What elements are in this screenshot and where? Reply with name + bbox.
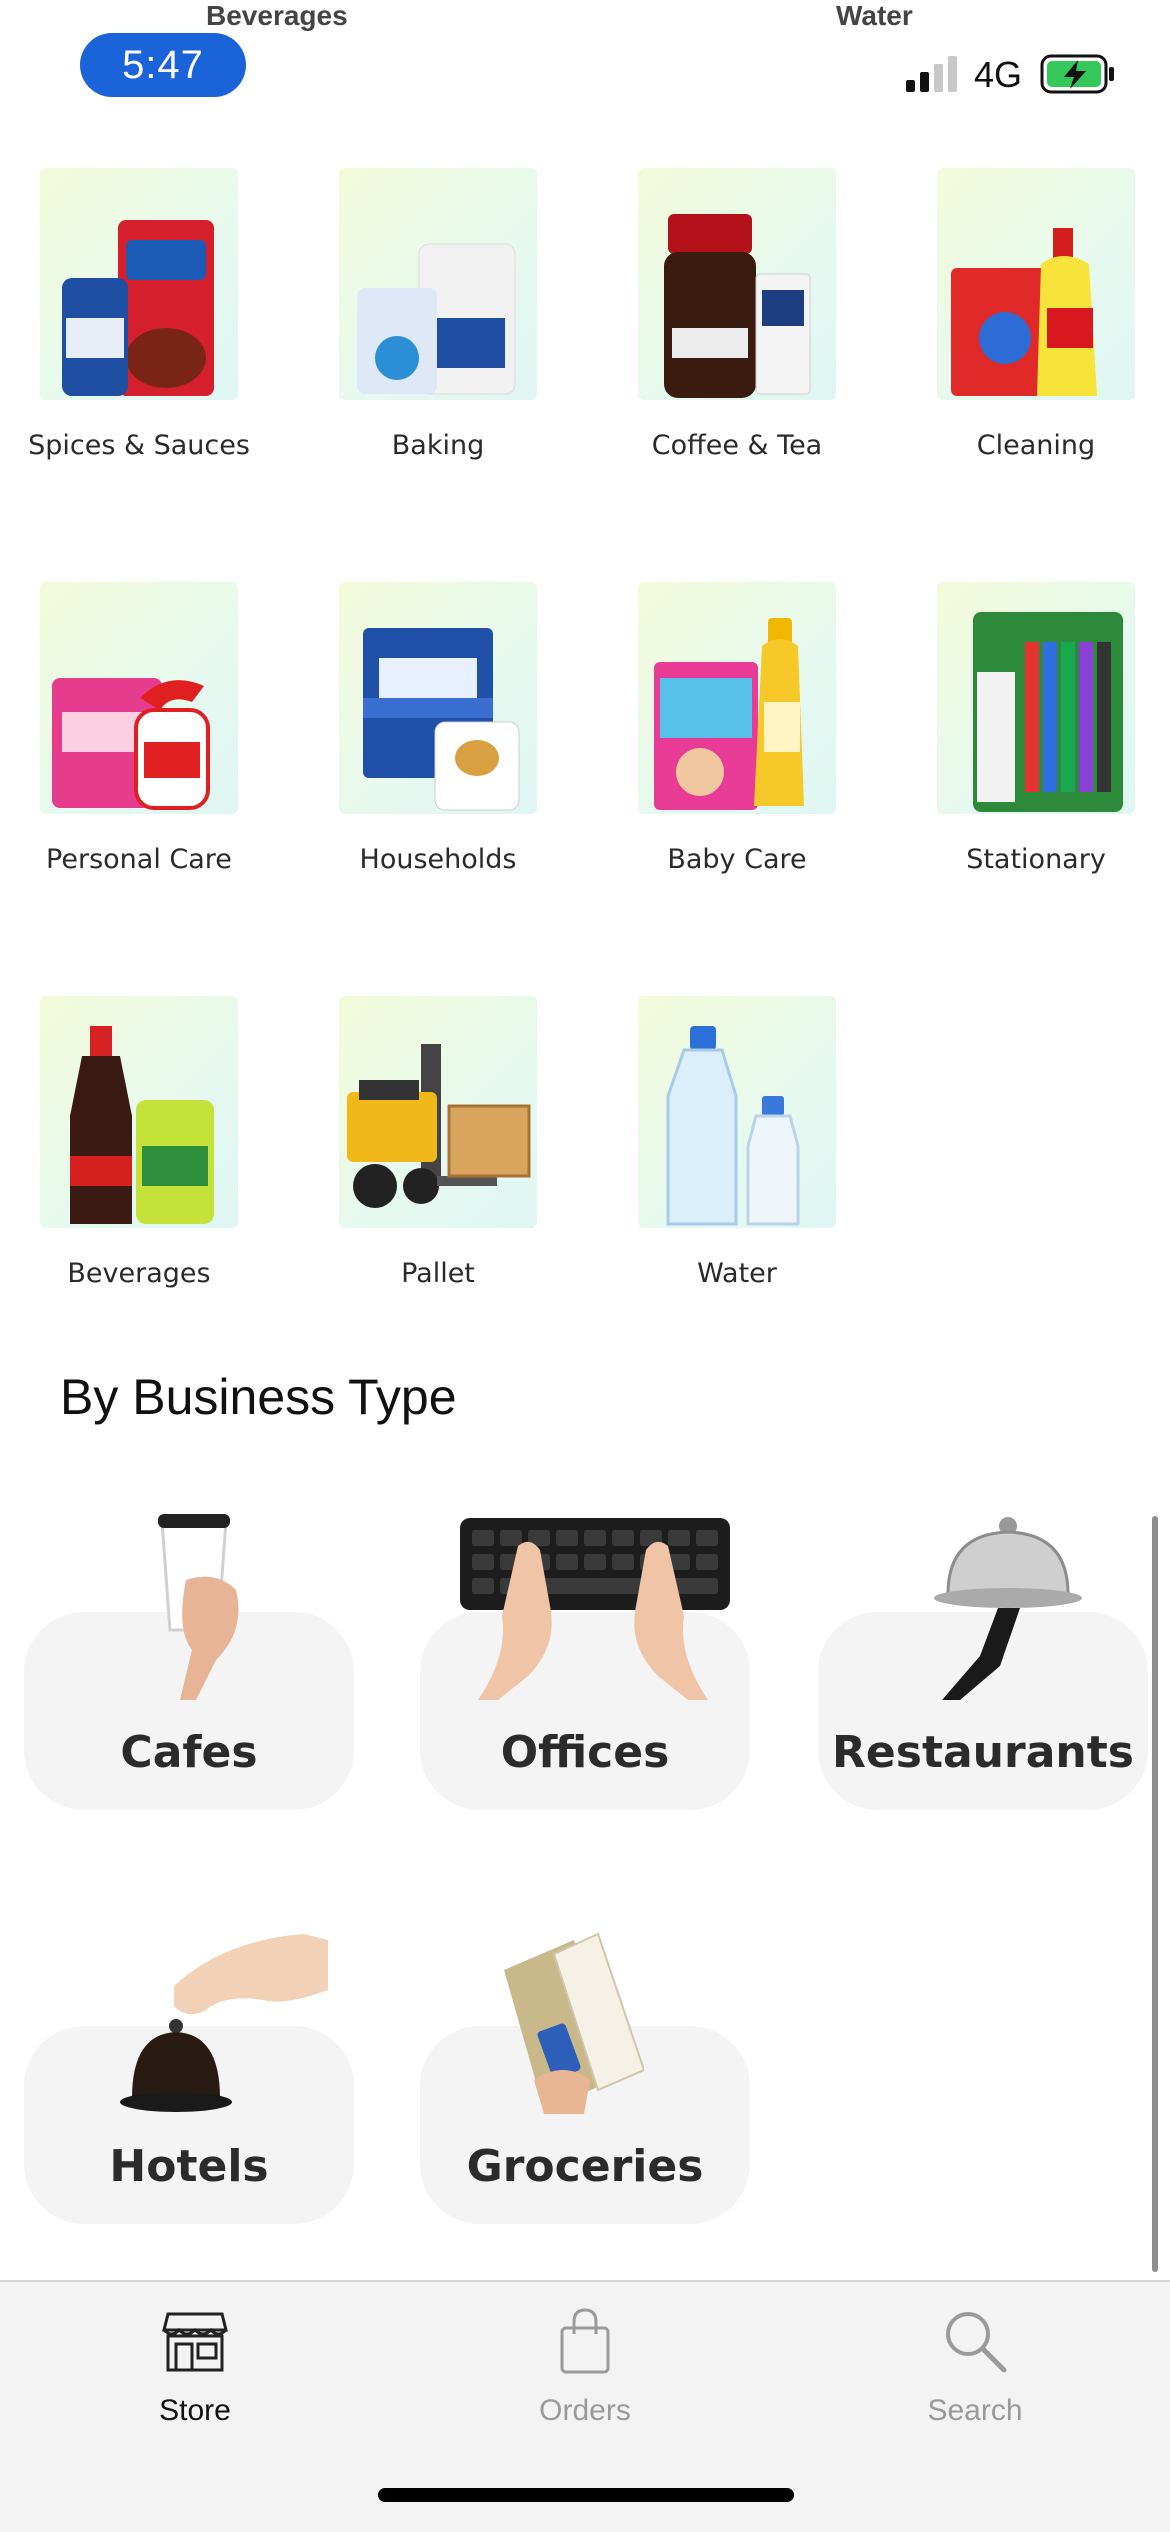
category-baby-care[interactable]: Baby Care <box>638 582 836 908</box>
tab-search[interactable]: Search <box>780 2282 1170 2442</box>
water-icon <box>638 996 836 1228</box>
beverages-icon <box>40 996 238 1228</box>
peek-label-beverages: Beverages <box>206 0 348 31</box>
category-households[interactable]: Households <box>339 582 537 908</box>
business-label: Offices <box>500 1727 670 1778</box>
category-label: Stationary <box>966 844 1106 875</box>
business-label: Cafes <box>120 1727 258 1778</box>
category-pallet[interactable]: Pallet <box>339 996 537 1322</box>
stationary-icon <box>937 582 1135 814</box>
category-cleaning[interactable]: Cleaning <box>937 168 1135 494</box>
baby-care-icon <box>638 582 836 814</box>
cleaning-icon <box>937 168 1135 400</box>
category-spices-sauces[interactable]: Spices & Sauces <box>28 168 250 494</box>
category-water[interactable]: Water <box>638 996 836 1322</box>
tab-label: Orders <box>539 2394 631 2427</box>
category-label: Cleaning <box>976 430 1096 461</box>
category-baking[interactable]: Baking <box>339 168 537 494</box>
shopping-bag-icon <box>560 2308 610 2374</box>
category-label: Spices & Sauces <box>28 430 250 461</box>
category-beverages[interactable]: Beverages <box>40 996 238 1322</box>
network-type: 4G <box>974 54 1023 95</box>
category-label: Pallet <box>401 1258 475 1289</box>
business-label: Hotels <box>109 2141 269 2192</box>
category-label: Beverages <box>67 1258 211 1289</box>
baking-icon <box>339 168 537 400</box>
cloche-icon <box>934 1517 1082 1700</box>
tab-orders[interactable]: Orders <box>390 2282 780 2442</box>
time-text: 5:47 <box>122 42 204 87</box>
category-coffee-tea[interactable]: Coffee & Tea <box>638 168 836 494</box>
battery-charging-icon <box>1040 54 1114 94</box>
tab-label: Store <box>159 2394 231 2427</box>
section-title-business-type: By Business Type <box>60 1369 457 1425</box>
service-bell-icon <box>120 1934 328 2112</box>
coffee-cup-icon <box>158 1514 239 1700</box>
personal-care-icon <box>40 582 238 814</box>
business-label: Restaurants <box>832 1727 1134 1778</box>
category-label: Baby Care <box>667 844 807 875</box>
receipt-icon <box>504 1932 644 2114</box>
category-label: Personal Care <box>46 844 232 875</box>
households-icon <box>339 582 537 814</box>
home-indicator[interactable] <box>378 2488 794 2502</box>
status-time[interactable]: 5:47 <box>80 33 246 97</box>
category-label: Baking <box>391 430 485 461</box>
peek-label-water: Water <box>836 0 913 31</box>
scrollbar[interactable] <box>1152 1516 1158 2272</box>
coffee-tea-icon <box>638 168 836 400</box>
cellular-signal-icon <box>906 56 957 92</box>
business-label: Groceries <box>466 2141 704 2192</box>
category-stationary[interactable]: Stationary <box>937 582 1135 908</box>
spices-sauces-icon <box>40 168 238 400</box>
tab-store[interactable]: Store <box>0 2282 390 2442</box>
category-label: Coffee & Tea <box>651 430 823 461</box>
store-icon <box>162 2312 228 2372</box>
tab-label: Search <box>927 2394 1023 2427</box>
status-bar: Beverages Water 5:47 4G <box>0 0 1170 120</box>
category-label: Households <box>359 844 517 875</box>
keyboard-icon <box>460 1518 730 1700</box>
category-personal-care[interactable]: Personal Care <box>40 582 238 908</box>
search-icon <box>946 2312 1007 2373</box>
pallet-icon <box>339 996 537 1228</box>
category-label: Water <box>697 1258 777 1289</box>
